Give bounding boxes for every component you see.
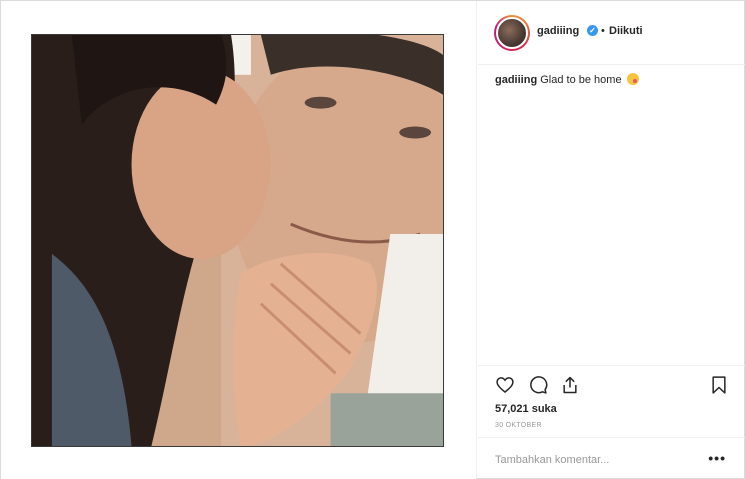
post-header: gadiiing ✓ • Diikuti <box>478 1 745 65</box>
post-photo[interactable] <box>31 34 444 447</box>
avatar-image <box>496 17 528 49</box>
comment-input[interactable] <box>495 454 695 466</box>
post-date: 30 OKTOBER <box>495 422 542 429</box>
caption-text: Glad to be home <box>540 74 622 86</box>
verified-badge-icon: ✓ <box>587 25 598 36</box>
follow-button[interactable]: Diikuti <box>609 25 643 37</box>
like-count[interactable]: 57,021 suka <box>495 403 557 415</box>
bookmark-icon[interactable] <box>709 375 729 395</box>
share-icon[interactable] <box>560 375 580 395</box>
comment-bubble-icon[interactable] <box>528 375 548 395</box>
header-username[interactable]: gadiiing <box>537 25 579 37</box>
follow-separator: • <box>601 25 605 37</box>
action-bar <box>478 365 745 405</box>
avatar[interactable] <box>494 15 530 51</box>
media-pane <box>1 1 477 479</box>
more-options-button[interactable]: ••• <box>708 450 726 466</box>
heart-icon[interactable] <box>495 375 515 395</box>
photo-illustration <box>32 35 443 446</box>
post-sidebar: gadiiing ✓ • Diikuti gadiiing Glad to be… <box>478 1 745 479</box>
comment-bar: ••• <box>478 437 745 479</box>
caption-username[interactable]: gadiiing <box>495 74 537 86</box>
post-caption: gadiiing Glad to be home <box>495 73 639 86</box>
kissing-face-emoji-icon <box>626 73 639 85</box>
post-modal: gadiiing ✓ • Diikuti gadiiing Glad to be… <box>0 0 745 479</box>
